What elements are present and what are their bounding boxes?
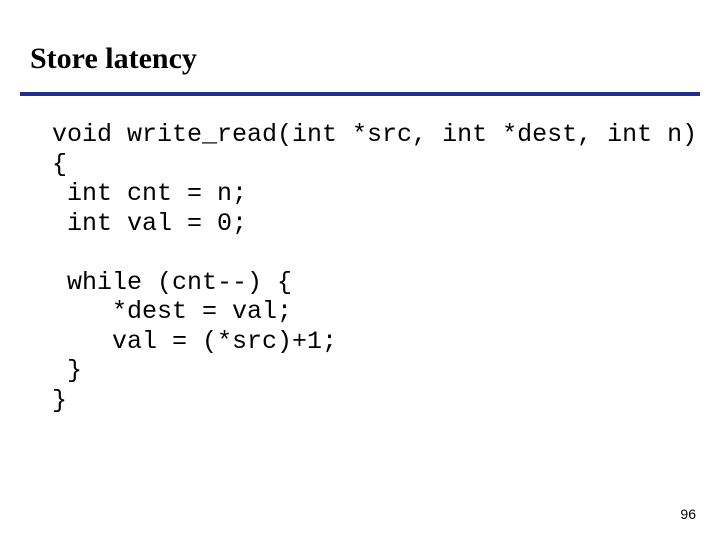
page-number: 96 [680,506,696,522]
code-line: while (cnt--) { [52,268,292,297]
code-line: } [52,356,82,385]
title-underline [20,92,700,96]
code-line: void write_read(int *src, int *dest, int… [52,120,697,149]
code-line: } [52,386,67,415]
slide: Store latency void write_read(int *src, … [0,0,720,540]
code-line: { [52,150,67,179]
code-line: *dest = val; [52,297,292,326]
code-block: void write_read(int *src, int *dest, int… [52,120,697,415]
code-line: int cnt = n; [52,179,247,208]
code-line: int val = 0; [52,209,247,238]
slide-title: Store latency [30,42,197,76]
code-line: val = (*src)+1; [52,327,337,356]
